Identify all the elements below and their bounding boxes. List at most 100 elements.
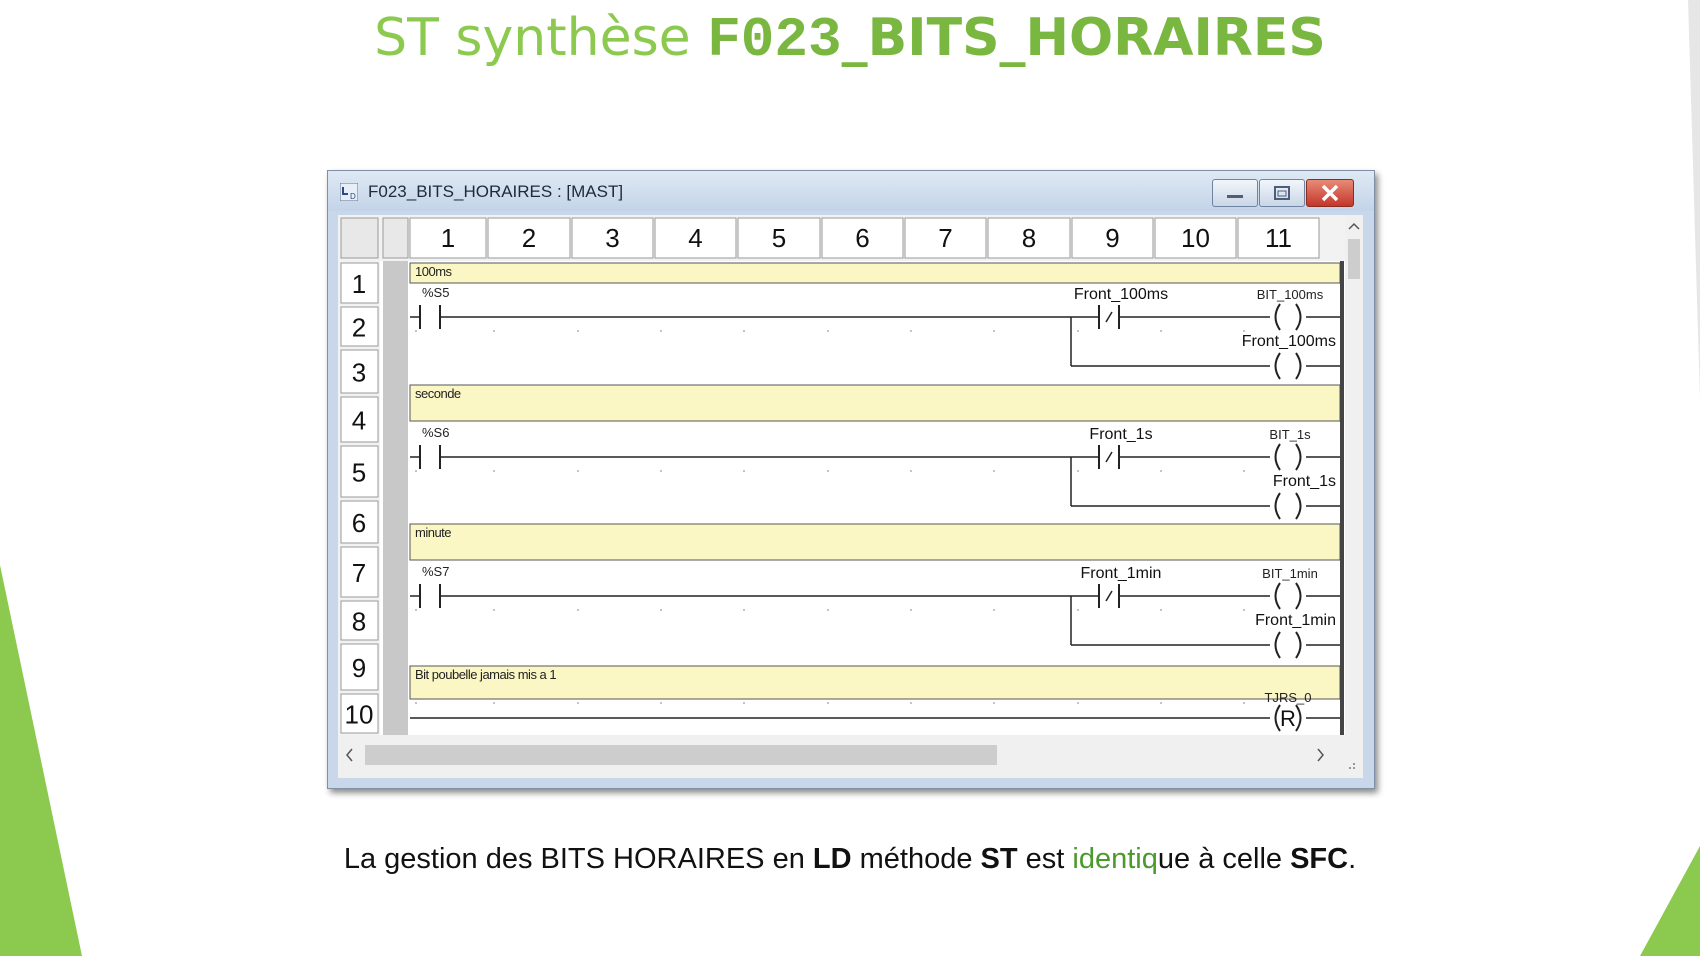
close-button[interactable] [1306,179,1354,207]
coil-label: Front_100ms [1242,333,1336,350]
title-code: F023 [707,8,842,72]
column-header-label: 6 [855,223,869,253]
maximize-icon [1274,186,1290,200]
grid-dot [910,470,912,472]
grid-dot [993,330,995,332]
caption-text-5: . [1348,843,1357,875]
negated-contact-label: Front_100ms [1074,286,1168,303]
grid-dot [1243,702,1245,704]
caption-bold-st: ST [980,843,1018,875]
row-header-label: 2 [352,313,366,343]
grid-dot [415,330,417,332]
row-header-label: 6 [352,508,366,538]
caption-highlight: identiq [1072,843,1158,875]
grid-dot [743,470,745,472]
grid-dot [1077,330,1079,332]
negated-contact-label: Front_1min [1081,565,1162,582]
row-header-label: 4 [352,406,366,436]
ladder-editor-window[interactable]: D F023_BITS_HORAIRES : [MAST] 1 2 3 4 5 6 7 8 9 1… [327,170,1375,789]
column-header-label: 7 [938,223,952,253]
contact-label: %S7 [422,564,449,579]
column-header-label: 4 [688,223,702,253]
column-header-label: 9 [1105,223,1119,253]
grid-dot [660,609,662,611]
reset-coil-symbol: R [1280,706,1296,731]
negated-contact-label: Front_1s [1089,426,1152,443]
comment-box[interactable] [409,523,1341,561]
right-power-rail [1340,261,1344,735]
comment-text: Bit poubelle jamais mis a 1 [415,667,556,682]
close-icon [1321,184,1339,202]
column-header-label: 10 [1181,223,1210,253]
ladder-app-icon: D [340,183,358,201]
coil-label: Front_1s [1273,473,1336,490]
caption-text-3: est [1017,843,1073,875]
grid-dot [577,330,579,332]
slide-title: ST synthèse F023_BITS_HORAIRES [0,8,1700,72]
row-header-label: 8 [352,607,366,637]
row-header-label: 3 [352,358,366,388]
grid-dot [827,330,829,332]
grid-dot [910,609,912,611]
vertical-scrollbar[interactable] [1345,215,1363,735]
grid-dot [415,609,417,611]
coil-label: BIT_100ms [1257,287,1324,302]
grid-dot [493,609,495,611]
grid-dot [1243,609,1245,611]
horizontal-scrollbar-thumb[interactable] [365,745,997,765]
grid-dot [577,470,579,472]
grid-dot [1243,470,1245,472]
grid-dot [577,702,579,704]
minimize-button[interactable] [1212,179,1258,207]
grid-dot [493,702,495,704]
column-header-label: 11 [1265,223,1292,253]
caption-text-2: méthode [851,843,981,875]
caption-text-4: ue à celle [1157,843,1291,875]
grid-dot [1077,470,1079,472]
column-header-label: 2 [522,223,536,253]
right-edge-accent [1688,0,1700,400]
left-power-rail [383,261,408,735]
grid-dot [910,330,912,332]
maximize-button[interactable] [1259,179,1305,207]
comment-box[interactable] [409,262,1341,284]
grid-dot [577,609,579,611]
grid-dot [1160,609,1162,611]
row-header-label: 5 [352,458,366,488]
left-green-triangle [0,565,82,956]
window-title: F023_BITS_HORAIRES : [MAST] [368,182,624,201]
column-header-label: 1 [441,223,455,253]
grid-dot [993,609,995,611]
caption-bold-sfc: SFC [1290,843,1349,875]
ladder-editor-area[interactable]: 1 2 3 4 5 6 7 8 9 10 11 1 2 3 4 5 6 7 8 9 10 100ms seconde mi… [338,215,1363,778]
grid-dot [1160,330,1162,332]
corner-cell [382,217,409,259]
reset-coil-label: TJRS_0 [1265,690,1312,705]
row-header-label: 1 [352,269,366,299]
window-titlebar[interactable]: D F023_BITS_HORAIRES : [MAST] [328,171,1374,211]
contact-label: %S5 [422,285,449,300]
caption-bold-ld: LD [812,843,852,875]
coil-label: Front_1min [1255,612,1336,629]
grid-dot [493,330,495,332]
grid-dot [827,470,829,472]
grid-dot [1077,702,1079,704]
minimize-icon [1227,195,1243,198]
row-header-label: 10 [345,700,374,730]
grid-dot [827,702,829,704]
grid-dot [1160,470,1162,472]
svg-text:D: D [350,192,356,201]
grid-dot [415,702,417,704]
grid-dot [493,470,495,472]
grid-dot [743,609,745,611]
vertical-scrollbar-thumb[interactable] [1348,239,1360,279]
title-suffix: _BITS_HORAIRES [841,8,1326,68]
grid-dot [743,330,745,332]
comment-text: minute [415,525,451,540]
comment-box[interactable] [409,384,1341,422]
grid-dot [910,702,912,704]
corner-cell [340,217,379,259]
row-header-label: 7 [352,558,366,588]
ladder-diagram[interactable]: 1 2 3 4 5 6 7 8 9 10 11 12345678910 100mssecondemi… [338,215,1363,778]
grid-dot [993,702,995,704]
